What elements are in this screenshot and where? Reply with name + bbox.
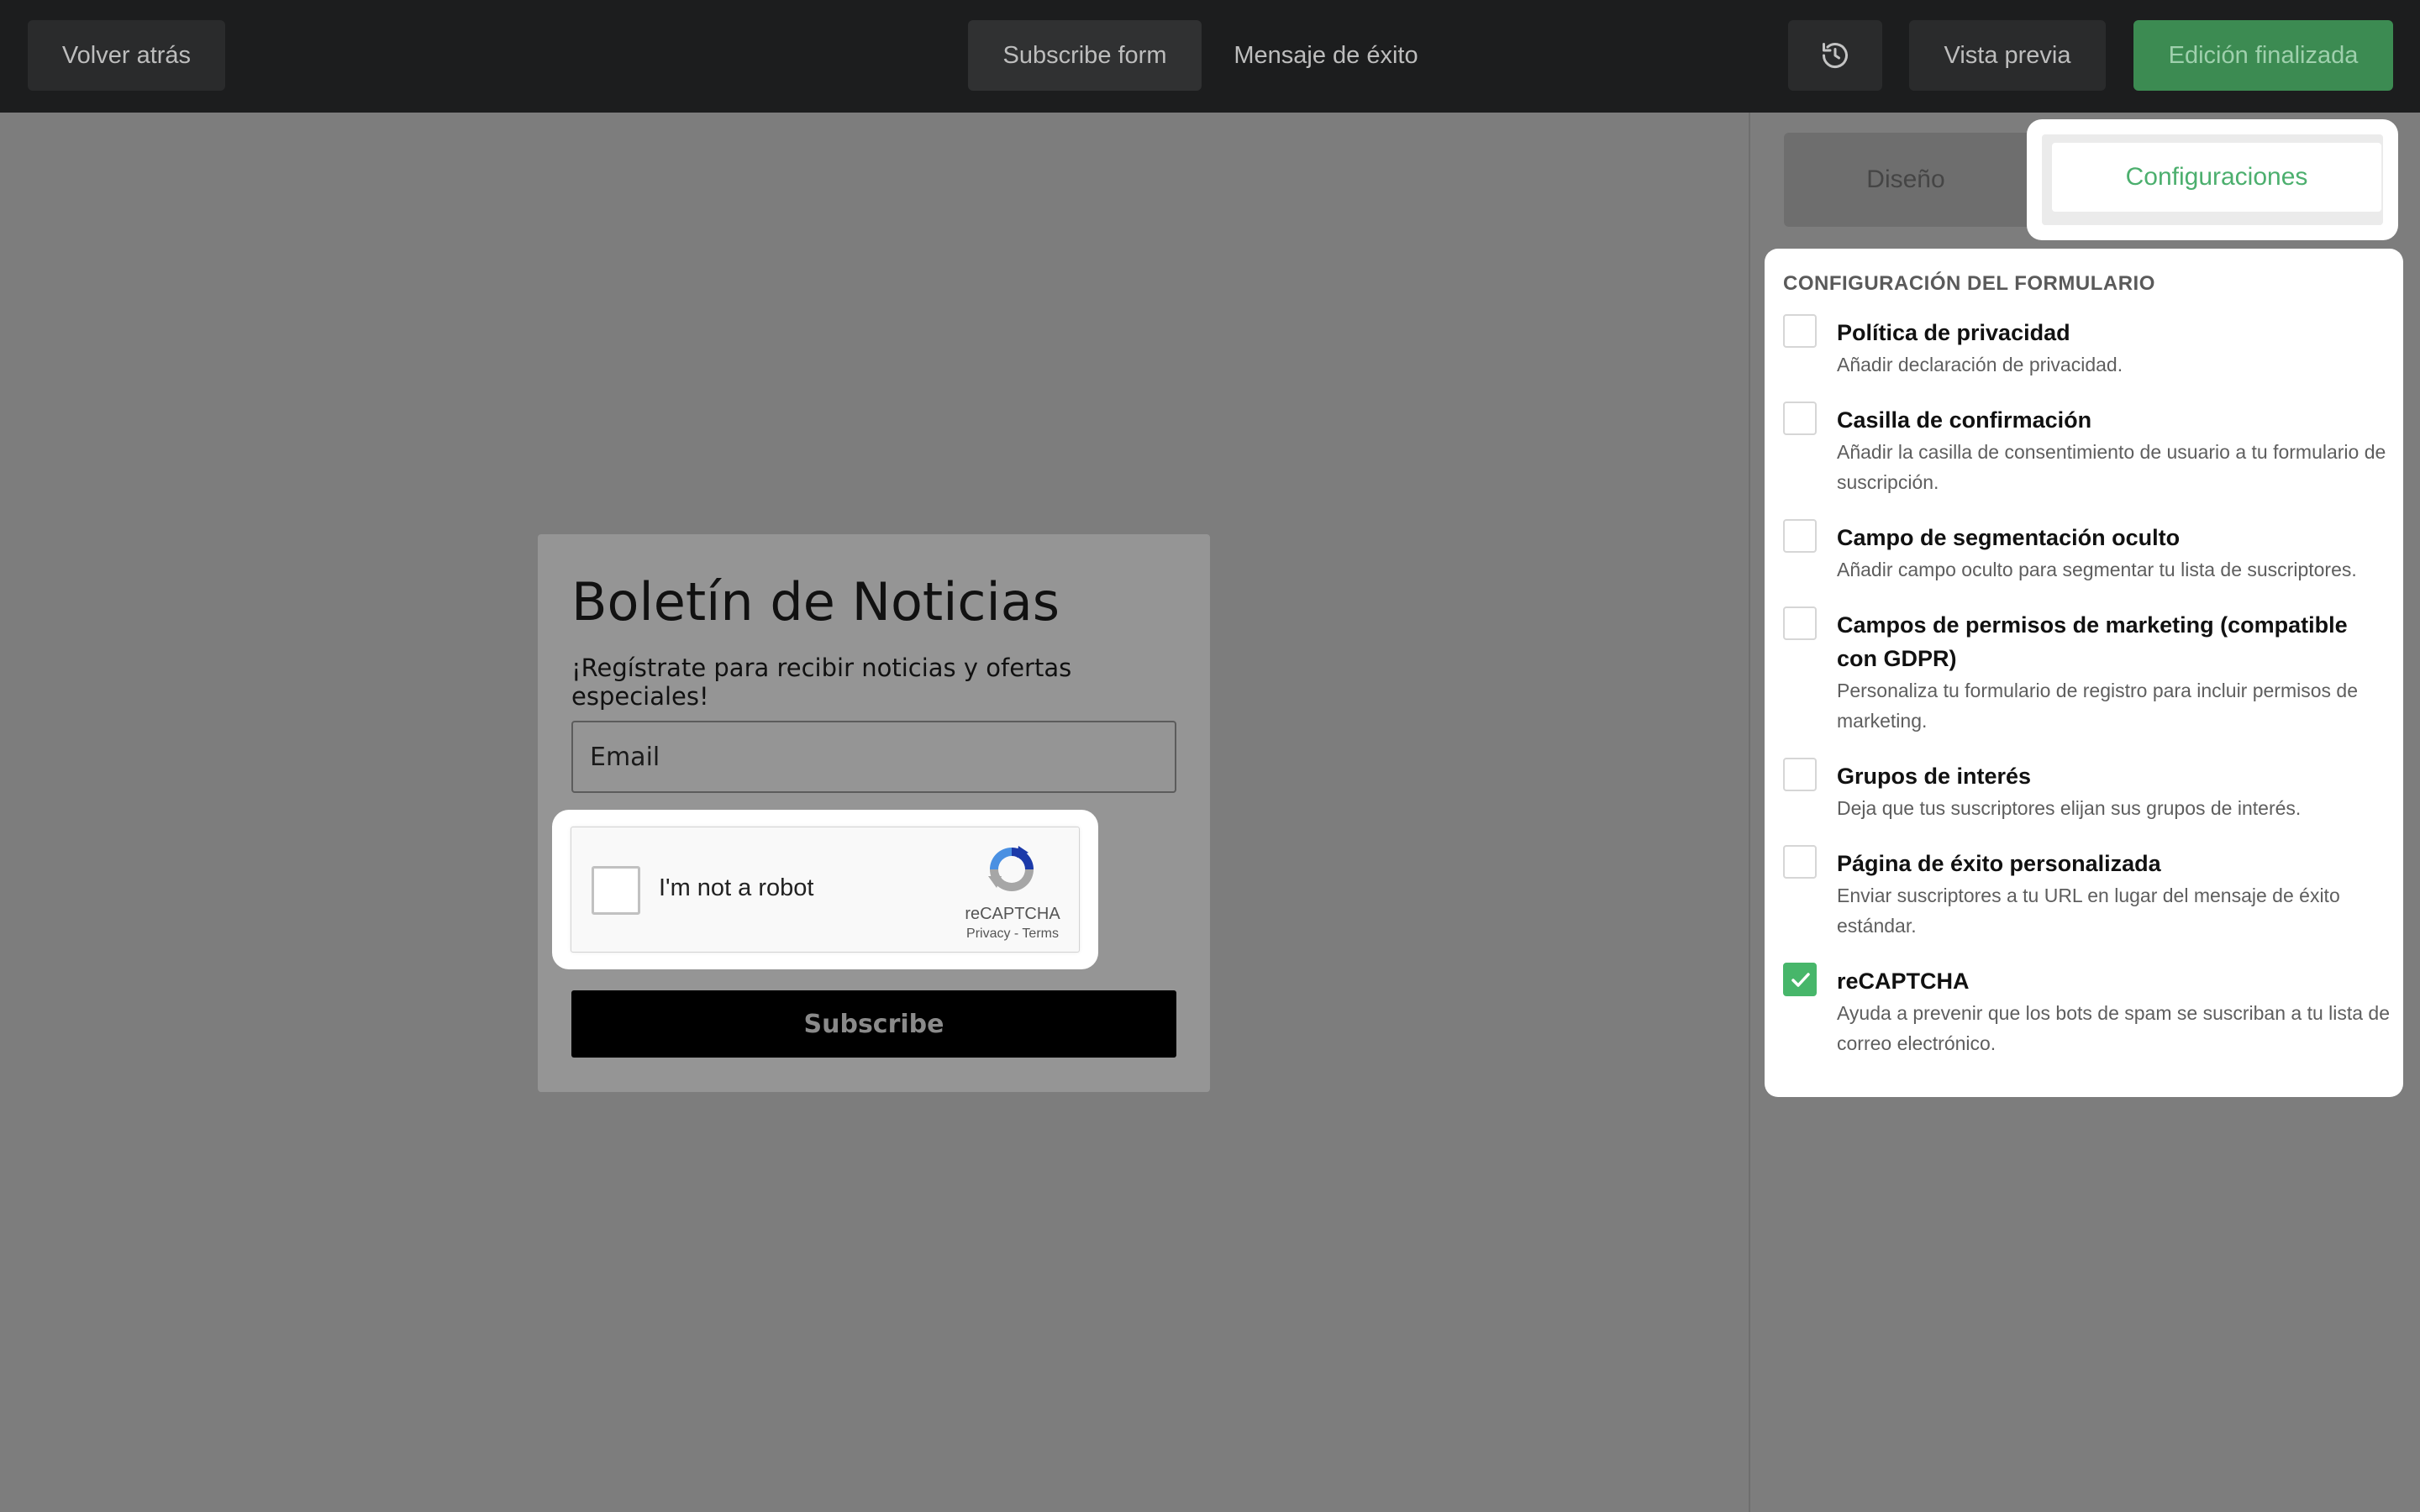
setting-custom-success-page-checkbox[interactable]: [1783, 845, 1817, 879]
setting-title: reCAPTCHA: [1837, 969, 1970, 994]
setting-description: Añadir declaración de privacidad.: [1837, 354, 2123, 375]
top-bar: Volver atrás Subscribe form Mensaje de é…: [0, 0, 2420, 113]
setting-title: Campos de permisos de marketing (compati…: [1837, 612, 2348, 671]
done-editing-button[interactable]: Edición finalizada: [2133, 20, 2393, 91]
setting-description: Añadir la casilla de consentimiento de u…: [1837, 441, 2386, 493]
config-tab-highlight: Configuraciones: [2027, 119, 2398, 240]
recaptcha-logo-icon: [988, 846, 1034, 891]
back-button[interactable]: Volver atrás: [28, 20, 225, 91]
setting-hidden-segment-field-checkbox[interactable]: [1783, 519, 1817, 553]
check-icon: [1791, 973, 1810, 987]
setting-interest-groups-checkbox[interactable]: [1783, 758, 1817, 791]
setting-description: Enviar suscriptores a tu URL en lugar de…: [1837, 885, 2340, 937]
setting-title: Campo de segmentación oculto: [1837, 525, 2181, 550]
form-settings-card: CONFIGURACIÓN DEL FORMULARIO Política de…: [1765, 249, 2403, 1097]
history-icon: [1823, 43, 1848, 69]
setting-title: Grupos de interés: [1837, 764, 2032, 789]
setting-privacy-policy-checkbox[interactable]: [1783, 314, 1817, 348]
setting-title: Política de privacidad: [1837, 320, 2070, 345]
recaptcha-checkbox[interactable]: [592, 866, 640, 915]
recaptcha-links[interactable]: Privacy - Terms: [941, 927, 1084, 942]
setting-description: Ayuda a prevenir que los bots de spam se…: [1837, 1002, 2391, 1054]
tab-subscribe-form[interactable]: Subscribe form: [968, 20, 1202, 91]
history-button[interactable]: [1788, 20, 1882, 91]
setting-marketing-permissions-checkbox[interactable]: [1783, 606, 1817, 640]
subscribe-button[interactable]: Subscribe: [571, 990, 1176, 1058]
email-field[interactable]: Email: [571, 721, 1176, 793]
setting-description: Añadir campo oculto para segmentar tu li…: [1837, 559, 2357, 580]
recaptcha-widget: I'm not a robot reCAPTCHA Privacy - Term…: [571, 827, 1080, 953]
preview-button[interactable]: Vista previa: [1909, 20, 2106, 91]
setting-title: Página de éxito personalizada: [1837, 851, 2161, 876]
setting-description: Personaliza tu formulario de registro pa…: [1837, 680, 2359, 732]
config-tab-frame: Configuraciones: [2042, 134, 2383, 225]
setting-description: Deja que tus suscriptores elijan sus gru…: [1837, 797, 2302, 819]
setting-title: Casilla de confirmación: [1837, 407, 2092, 433]
recaptcha-highlight: I'm not a robot reCAPTCHA Privacy - Term…: [552, 810, 1098, 969]
form-title: Boletín de Noticias: [571, 571, 1060, 633]
recaptcha-brand: reCAPTCHA: [965, 905, 1060, 923]
tab-design[interactable]: Diseño: [1784, 133, 2028, 227]
settings-heading: CONFIGURACIÓN DEL FORMULARIO: [1783, 272, 2155, 295]
form-subtitle: ¡Regístrate para recibir noticias y ofer…: [571, 654, 1072, 711]
setting-recaptcha-checkbox[interactable]: [1783, 963, 1817, 996]
tab-success-message[interactable]: Mensaje de éxito: [1208, 20, 1444, 91]
recaptcha-label: I'm not a robot: [659, 874, 814, 901]
setting-confirmation-checkbox-checkbox[interactable]: [1783, 402, 1817, 435]
tab-settings[interactable]: Configuraciones: [2052, 143, 2381, 212]
